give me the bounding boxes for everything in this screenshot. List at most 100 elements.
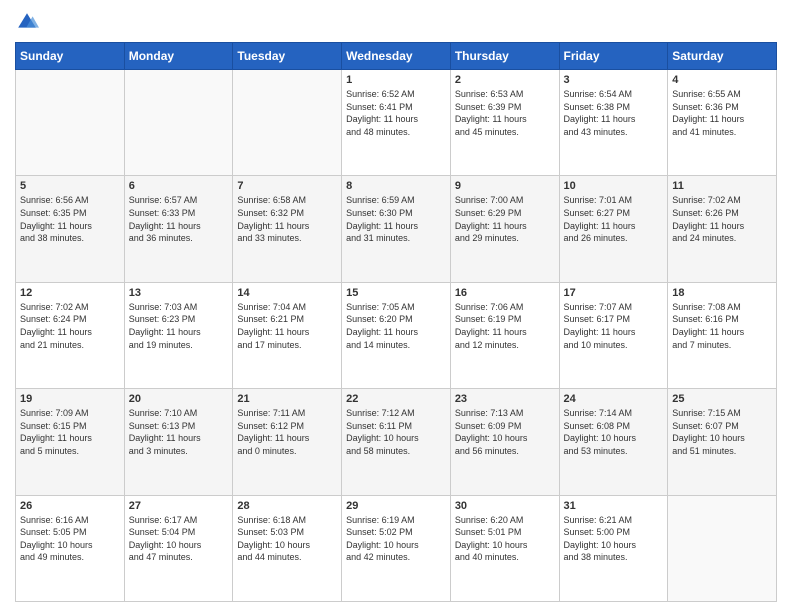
calendar-week-5: 26 Sunrise: 6:16 AM Sunset: 5:05 PM Dayli… [16,495,777,601]
day-info: Sunrise: 6:55 AM Sunset: 6:36 PM Dayligh… [672,88,772,138]
day-number: 17 [564,287,664,299]
calendar-cell [668,495,777,601]
day-info: Sunrise: 6:57 AM Sunset: 6:33 PM Dayligh… [129,194,229,244]
weekday-header-wednesday: Wednesday [342,43,451,70]
calendar-cell: 27 Sunrise: 6:17 AM Sunset: 5:04 PM Dayli… [124,495,233,601]
calendar-cell: 16 Sunrise: 7:06 AM Sunset: 6:19 PM Dayli… [450,282,559,388]
calendar-cell: 21 Sunrise: 7:11 AM Sunset: 6:12 PM Dayli… [233,389,342,495]
calendar-body: 1 Sunrise: 6:52 AM Sunset: 6:41 PM Daylig… [16,70,777,602]
day-number: 5 [20,180,120,192]
calendar-cell: 1 Sunrise: 6:52 AM Sunset: 6:41 PM Daylig… [342,70,451,176]
weekday-header-row: SundayMondayTuesdayWednesdayThursdayFrid… [16,43,777,70]
day-number: 16 [455,287,555,299]
day-info: Sunrise: 6:17 AM Sunset: 5:04 PM Dayligh… [129,514,229,564]
calendar-cell: 25Sunrise: 7:15 AM Sunset: 6:07 PM Dayli… [668,389,777,495]
day-info: Sunrise: 7:00 AM Sunset: 6:29 PM Dayligh… [455,194,555,244]
calendar-cell: 26 Sunrise: 6:16 AM Sunset: 5:05 PM Dayli… [16,495,125,601]
day-number: 2 [455,74,555,86]
day-number: 12 [20,287,120,299]
day-number: 9 [455,180,555,192]
day-info: Sunrise: 7:15 AM Sunset: 6:07 PM Dayligh… [672,407,772,457]
day-info: Sunrise: 7:02 AM Sunset: 6:24 PM Dayligh… [20,301,120,351]
day-info: Sunrise: 7:04 AM Sunset: 6:21 PM Dayligh… [237,301,337,351]
day-number: 24 [564,393,664,405]
day-info: Sunrise: 6:54 AM Sunset: 6:38 PM Dayligh… [564,88,664,138]
day-number: 13 [129,287,229,299]
day-info: Sunrise: 6:16 AM Sunset: 5:05 PM Dayligh… [20,514,120,564]
page: SundayMondayTuesdayWednesdayThursdayFrid… [0,0,792,612]
calendar-cell: 7 Sunrise: 6:58 AM Sunset: 6:32 PM Daylig… [233,176,342,282]
day-number: 10 [564,180,664,192]
day-number: 3 [564,74,664,86]
calendar-cell: 9 Sunrise: 7:00 AM Sunset: 6:29 PM Daylig… [450,176,559,282]
weekday-header-friday: Friday [559,43,668,70]
logo-icon [15,10,39,34]
day-number: 1 [346,74,446,86]
calendar-cell: 24 Sunrise: 7:14 AM Sunset: 6:08 PM Dayli… [559,389,668,495]
day-info: Sunrise: 7:07 AM Sunset: 6:17 PM Dayligh… [564,301,664,351]
calendar-week-2: 5 Sunrise: 6:56 AM Sunset: 6:35 PM Daylig… [16,176,777,282]
day-number: 26 [20,500,120,512]
calendar-week-3: 12 Sunrise: 7:02 AM Sunset: 6:24 PM Dayli… [16,282,777,388]
day-info: Sunrise: 7:11 AM Sunset: 6:12 PM Dayligh… [237,407,337,457]
calendar-cell: 12 Sunrise: 7:02 AM Sunset: 6:24 PM Dayli… [16,282,125,388]
day-info: Sunrise: 6:52 AM Sunset: 6:41 PM Dayligh… [346,88,446,138]
day-number: 31 [564,500,664,512]
day-info: Sunrise: 6:20 AM Sunset: 5:01 PM Dayligh… [455,514,555,564]
day-number: 4 [672,74,772,86]
calendar-cell: 19 Sunrise: 7:09 AM Sunset: 6:15 PM Dayli… [16,389,125,495]
day-number: 19 [20,393,120,405]
calendar-cell: 5 Sunrise: 6:56 AM Sunset: 6:35 PM Daylig… [16,176,125,282]
weekday-header-monday: Monday [124,43,233,70]
calendar-cell: 23Sunrise: 7:13 AM Sunset: 6:09 PM Dayli… [450,389,559,495]
day-number: 20 [129,393,229,405]
calendar-cell: 28 Sunrise: 6:18 AM Sunset: 5:03 PM Dayli… [233,495,342,601]
calendar-cell [233,70,342,176]
weekday-header-tuesday: Tuesday [233,43,342,70]
calendar-week-1: 1 Sunrise: 6:52 AM Sunset: 6:41 PM Daylig… [16,70,777,176]
calendar-cell: 14 Sunrise: 7:04 AM Sunset: 6:21 PM Dayli… [233,282,342,388]
day-info: Sunrise: 6:21 AM Sunset: 5:00 PM Dayligh… [564,514,664,564]
calendar-cell: 2 Sunrise: 6:53 AM Sunset: 6:39 PM Daylig… [450,70,559,176]
day-number: 18 [672,287,772,299]
day-info: Sunrise: 6:56 AM Sunset: 6:35 PM Dayligh… [20,194,120,244]
day-info: Sunrise: 6:58 AM Sunset: 6:32 PM Dayligh… [237,194,337,244]
day-number: 27 [129,500,229,512]
day-info: Sunrise: 7:14 AM Sunset: 6:08 PM Dayligh… [564,407,664,457]
calendar-cell: 11 Sunrise: 7:02 AM Sunset: 6:26 PM Dayli… [668,176,777,282]
day-info: Sunrise: 7:08 AM Sunset: 6:16 PM Dayligh… [672,301,772,351]
day-number: 29 [346,500,446,512]
day-number: 22 [346,393,446,405]
day-number: 14 [237,287,337,299]
day-info: Sunrise: 6:59 AM Sunset: 6:30 PM Dayligh… [346,194,446,244]
day-info: Sunrise: 7:09 AM Sunset: 6:15 PM Dayligh… [20,407,120,457]
day-number: 28 [237,500,337,512]
header [15,10,777,34]
calendar-cell: 8Sunrise: 6:59 AM Sunset: 6:30 PM Daylig… [342,176,451,282]
day-number: 7 [237,180,337,192]
calendar-cell: 29Sunrise: 6:19 AM Sunset: 5:02 PM Dayli… [342,495,451,601]
calendar-cell: 4 Sunrise: 6:55 AM Sunset: 6:36 PM Daylig… [668,70,777,176]
day-number: 11 [672,180,772,192]
day-number: 15 [346,287,446,299]
day-number: 21 [237,393,337,405]
calendar-cell: 18 Sunrise: 7:08 AM Sunset: 6:16 PM Dayli… [668,282,777,388]
day-info: Sunrise: 7:06 AM Sunset: 6:19 PM Dayligh… [455,301,555,351]
logo [15,10,43,34]
calendar-week-4: 19 Sunrise: 7:09 AM Sunset: 6:15 PM Dayli… [16,389,777,495]
calendar-cell [124,70,233,176]
day-info: Sunrise: 7:01 AM Sunset: 6:27 PM Dayligh… [564,194,664,244]
calendar-cell: 15 Sunrise: 7:05 AM Sunset: 6:20 PM Dayli… [342,282,451,388]
day-info: Sunrise: 6:53 AM Sunset: 6:39 PM Dayligh… [455,88,555,138]
calendar-table: SundayMondayTuesdayWednesdayThursdayFrid… [15,42,777,602]
day-info: Sunrise: 7:02 AM Sunset: 6:26 PM Dayligh… [672,194,772,244]
calendar-cell: 3 Sunrise: 6:54 AM Sunset: 6:38 PM Daylig… [559,70,668,176]
calendar-cell: 10 Sunrise: 7:01 AM Sunset: 6:27 PM Dayli… [559,176,668,282]
day-info: Sunrise: 7:05 AM Sunset: 6:20 PM Dayligh… [346,301,446,351]
day-info: Sunrise: 7:10 AM Sunset: 6:13 PM Dayligh… [129,407,229,457]
day-info: Sunrise: 6:18 AM Sunset: 5:03 PM Dayligh… [237,514,337,564]
day-info: Sunrise: 7:13 AM Sunset: 6:09 PM Dayligh… [455,407,555,457]
calendar-cell: 30Sunrise: 6:20 AM Sunset: 5:01 PM Dayli… [450,495,559,601]
day-number: 6 [129,180,229,192]
day-info: Sunrise: 7:12 AM Sunset: 6:11 PM Dayligh… [346,407,446,457]
